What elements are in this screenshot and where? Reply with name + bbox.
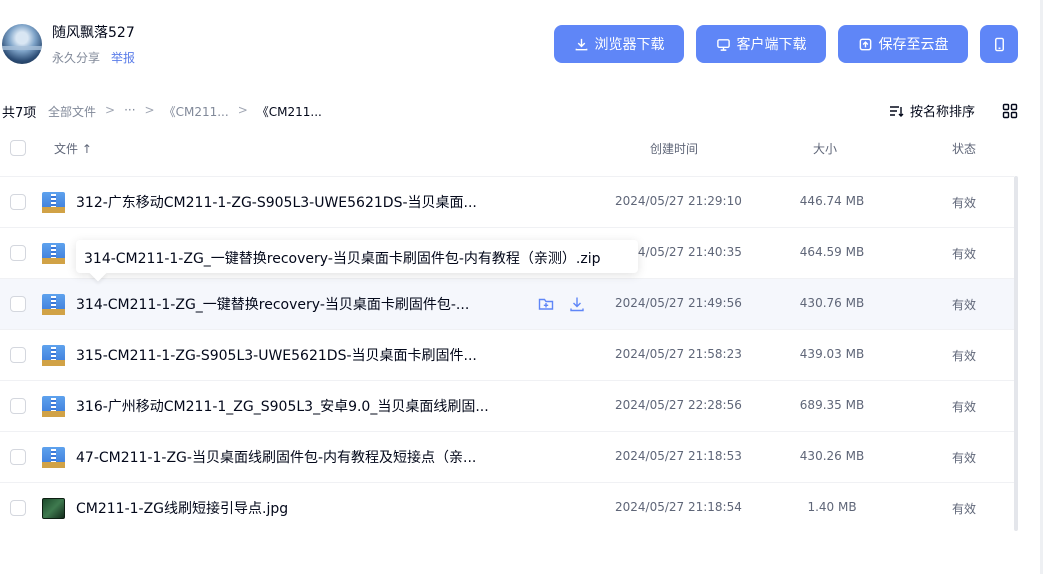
item-count: 共7项	[2, 106, 37, 121]
breadcrumb-separator: >	[144, 103, 155, 117]
table-row[interactable]: 315-CM211-1-ZG-S905L3-UWE5621DS-当贝桌面卡刷固件…	[0, 329, 1014, 380]
column-header-file[interactable]: 文件 ↑	[54, 140, 92, 157]
file-size: 439.03 MB	[799, 347, 865, 361]
zip-file-icon	[42, 294, 65, 315]
row-checkbox[interactable]	[10, 347, 26, 363]
file-size: 464.59 MB	[799, 245, 865, 259]
breadcrumb-ellipsis[interactable]: ···	[124, 103, 135, 120]
file-name[interactable]: 312-广东移动CM211-1-ZG-S905L3-UWE5621DS-当贝桌面…	[76, 192, 477, 212]
sort-icon	[890, 105, 904, 117]
breadcrumb-parent[interactable]: 《CM211...	[164, 103, 229, 120]
file-size: 430.26 MB	[799, 449, 865, 463]
breadcrumb-root[interactable]: 全部文件	[48, 103, 96, 120]
mobile-button[interactable]	[980, 25, 1018, 63]
breadcrumb-current: 《CM211...	[256, 105, 322, 119]
row-checkbox[interactable]	[10, 245, 26, 261]
table-row[interactable]: 316-广州移动CM211-1_ZG_S905L3_安卓9.0_当贝桌面线刷固.…	[0, 380, 1014, 431]
breadcrumb-separator: >	[105, 103, 116, 117]
download-icon	[575, 38, 587, 50]
column-header-size: 大小	[813, 142, 838, 156]
file-status: 有效	[952, 247, 977, 261]
zip-file-icon	[42, 447, 65, 468]
browser-download-label: 浏览器下载	[594, 37, 665, 53]
scrollbar[interactable]	[1014, 176, 1018, 531]
sharer-name: 随风飘落527	[52, 25, 135, 41]
sort-by-name-control[interactable]: 按名称排序	[888, 101, 975, 120]
file-status: 有效	[952, 196, 977, 210]
file-created-time: 2024/05/27 21:18:54	[615, 500, 742, 514]
table-row[interactable]: 314-CM211-1-ZG_一键替换recovery-当贝桌面卡刷固件包-..…	[0, 278, 1014, 329]
file-name[interactable]: 315-CM211-1-ZG-S905L3-UWE5621DS-当贝桌面卡刷固件…	[76, 345, 477, 365]
row-checkbox[interactable]	[10, 398, 26, 414]
row-checkbox[interactable]	[10, 500, 26, 516]
file-created-time: 2024/05/27 21:29:10	[615, 194, 742, 208]
upload-cloud-icon	[859, 38, 871, 50]
select-all-checkbox[interactable]	[10, 140, 26, 156]
grid-view-icon[interactable]	[1002, 103, 1018, 119]
column-header-created-time: 创建时间	[650, 142, 699, 156]
zip-file-icon	[42, 192, 65, 213]
file-created-time: 2024/05/27 21:49:56	[615, 296, 742, 310]
share-validity: 永久分享	[52, 51, 101, 65]
file-status: 有效	[952, 349, 977, 363]
client-download-button[interactable]: 客户端下载	[696, 25, 826, 63]
row-checkbox[interactable]	[10, 194, 26, 210]
file-name[interactable]: 47-CM211-1-ZG-当贝桌面线刷固件包-内有教程及短接点（亲...	[76, 447, 476, 467]
file-size: 1.40 MB	[807, 500, 857, 514]
download-icon[interactable]	[569, 296, 585, 312]
filename-tooltip: 314-CM211-1-ZG_一键替换recovery-当贝桌面卡刷固件包-内有…	[76, 240, 638, 273]
breadcrumb-separator: >	[237, 103, 248, 117]
file-created-time: 2024/05/27 21:18:53	[615, 449, 742, 463]
avatar	[2, 24, 42, 64]
file-status: 有效	[952, 298, 977, 312]
file-name[interactable]: CM211-1-ZG线刷短接引导点.jpg	[76, 498, 288, 518]
file-name[interactable]: 314-CM211-1-ZG_一键替换recovery-当贝桌面卡刷固件包-..…	[76, 294, 469, 314]
file-size: 446.74 MB	[799, 194, 865, 208]
file-status: 有效	[952, 451, 977, 465]
save-to-cloud-label: 保存至云盘	[878, 37, 949, 53]
table-row[interactable]: 312-广东移动CM211-1-ZG-S905L3-UWE5621DS-当贝桌面…	[0, 176, 1014, 227]
save-folder-icon[interactable]	[538, 296, 554, 312]
phone-icon	[994, 37, 1004, 51]
file-size: 689.35 MB	[799, 398, 865, 412]
file-status: 有效	[952, 502, 977, 516]
client-icon	[716, 38, 730, 51]
file-created-time: 2024/05/27 21:58:23	[615, 347, 742, 361]
file-size: 430.76 MB	[799, 296, 865, 310]
file-name[interactable]: 316-广州移动CM211-1_ZG_S905L3_安卓9.0_当贝桌面线刷固.…	[76, 396, 489, 416]
file-status: 有效	[952, 400, 977, 414]
file-created-time: 2024/05/27 22:28:56	[615, 398, 742, 412]
zip-file-icon	[42, 345, 65, 366]
image-file-icon	[42, 498, 65, 519]
column-header-status: 状态	[952, 142, 977, 156]
save-to-cloud-button[interactable]: 保存至云盘	[838, 25, 968, 63]
zip-file-icon	[42, 243, 65, 264]
browser-download-button[interactable]: 浏览器下载	[554, 25, 684, 63]
breadcrumb: 全部文件 > ··· > 《CM211... > 《CM211...	[48, 103, 322, 120]
table-row[interactable]: CM211-1-ZG线刷短接引导点.jpg 2024/05/27 21:18:5…	[0, 482, 1014, 533]
row-checkbox[interactable]	[10, 449, 26, 465]
report-link[interactable]: 举报	[111, 49, 135, 66]
client-download-label: 客户端下载	[736, 37, 807, 53]
sort-label: 按名称排序	[910, 105, 976, 120]
row-checkbox[interactable]	[10, 296, 26, 312]
zip-file-icon	[42, 396, 65, 417]
table-row[interactable]: 47-CM211-1-ZG-当贝桌面线刷固件包-内有教程及短接点（亲... 20…	[0, 431, 1014, 482]
